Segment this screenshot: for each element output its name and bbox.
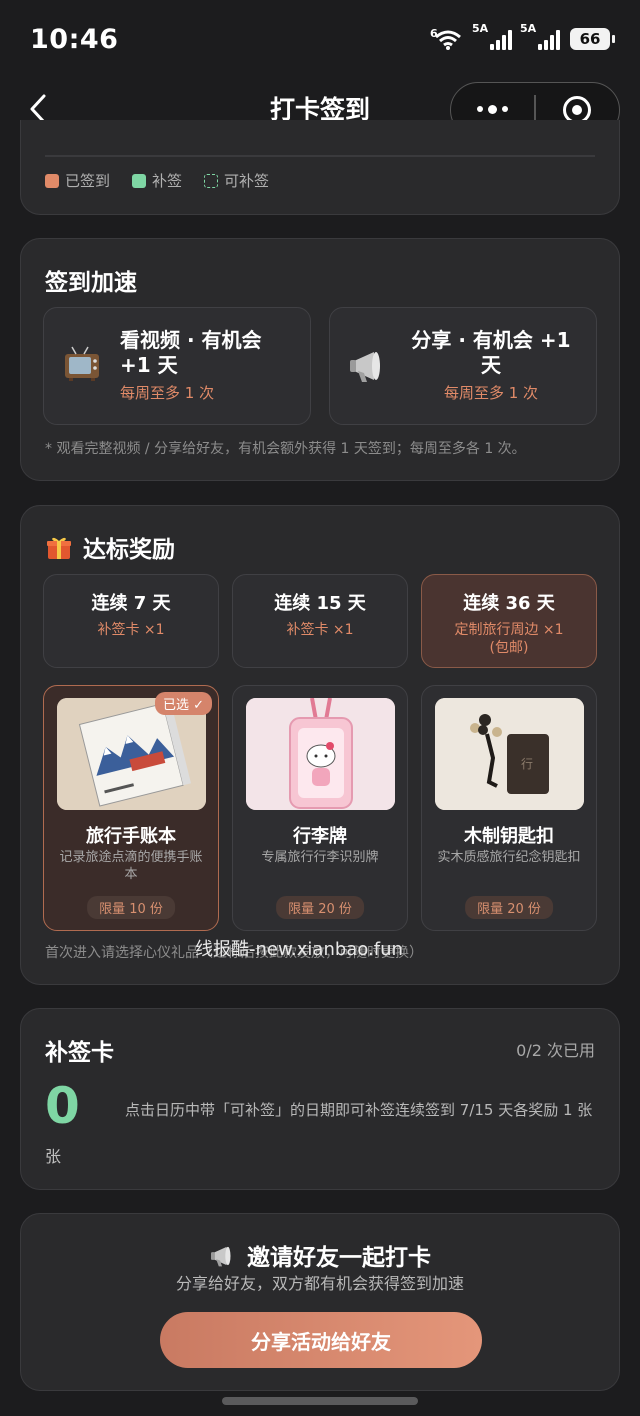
prize-limit: 限量 10 份 xyxy=(87,896,175,919)
prize-desc: 实木质感旅行纪念钥匙扣 xyxy=(437,850,581,865)
invite-title: 邀请好友一起打卡 xyxy=(247,1245,431,1271)
legend-can-makeup: 可补签 xyxy=(204,170,269,191)
status-time: 10:46 xyxy=(30,23,119,55)
prize-name: 行李牌 xyxy=(293,826,347,847)
prize-name: 木制钥匙扣 xyxy=(464,826,554,847)
prize-wooden-keychain[interactable]: 行 木制钥匙扣 实木质感旅行纪念钥匙扣 限量 20 份 xyxy=(421,685,597,931)
prize-limit: 限量 20 份 xyxy=(276,896,364,919)
prize-desc: 记录旅途点滴的便携手账本 xyxy=(59,850,203,882)
makeup-title: 补签卡 xyxy=(45,1040,114,1066)
reward-title-row: 达标奖励 xyxy=(45,530,175,564)
signal-1-icon: 5A xyxy=(472,22,512,50)
share-activity-button[interactable]: 分享活动给好友 xyxy=(160,1312,482,1368)
speed-note: * 观看完整视频 / 分享给好友，有机会额外获得 1 天签到；每周至多各 1 次… xyxy=(45,441,526,457)
keychain-image: 行 xyxy=(435,698,584,810)
megaphone-icon xyxy=(350,352,380,382)
makeup-card-count: 0 xyxy=(45,1077,80,1135)
watch-video-option[interactable]: 看视频 · 有机会 +1 天 每周至多 1 次 xyxy=(43,307,311,425)
prize-luggage-tag[interactable]: 行李牌 专属旅行行李识别牌 限量 20 份 xyxy=(232,685,408,931)
status-bar: 10:46 6 5A 5A 66 xyxy=(0,0,640,78)
speed-card: 签到加速 看视频 · 有机会 +1 天 每周至多 1 次 分享 · 有机会 +1… xyxy=(20,238,620,481)
prize-limit: 限量 20 份 xyxy=(465,896,553,919)
share-option[interactable]: 分享 · 有机会 +1 天 每周至多 1 次 xyxy=(329,307,597,425)
legend-signed: 已签到 xyxy=(45,170,110,191)
battery-icon: 66 xyxy=(570,28,615,50)
share-label: 分享 · 有机会 +1 天 xyxy=(411,328,571,377)
selected-badge: 已选 ✓ xyxy=(154,692,212,715)
status-icons: 6 5A 5A 66 xyxy=(430,22,615,51)
signal-2-icon: 5A xyxy=(520,22,560,50)
tier-7-days: 连续 7 天 补签卡 ×1 xyxy=(43,574,219,668)
watch-video-label: 看视频 · 有机会 +1 天 xyxy=(120,328,262,377)
megaphone-icon xyxy=(211,1246,231,1267)
invite-subtitle: 分享给好友，双方都有机会获得签到加速 xyxy=(175,1274,464,1293)
tv-icon xyxy=(65,346,99,381)
watch-video-limit: 每周至多 1 次 xyxy=(120,384,215,402)
wifi-icon: 6 xyxy=(430,27,461,50)
makeup-description: 点击日历中带「可补签」的日期即可补签连续签到 7/15 天各奖励 1 张 xyxy=(125,1101,593,1119)
speed-title: 签到加速 xyxy=(45,270,137,296)
reward-card: 达标奖励 连续 7 天 补签卡 ×1 连续 15 天 补签卡 ×1 连续 36 … xyxy=(20,505,620,985)
reward-title: 达标奖励 xyxy=(83,537,175,563)
prize-desc: 专属旅行行李识别牌 xyxy=(261,850,379,865)
share-limit: 每周至多 1 次 xyxy=(443,384,539,402)
luggage-tag-image xyxy=(246,698,395,810)
legend-makeup: 补签 xyxy=(132,170,182,191)
watermark-text: 线报酷-new.xianbao.fun xyxy=(195,939,403,960)
makeup-card: 补签卡 0/2 次已用 0 张 点击日历中带「可补签」的日期即可补签连续签到 7… xyxy=(20,1008,620,1190)
gift-icon xyxy=(47,537,71,559)
tier-15-days: 连续 15 天 补签卡 ×1 xyxy=(232,574,408,668)
home-indicator[interactable] xyxy=(222,1397,418,1405)
calendar-card: 已签到 补签 可补签 xyxy=(20,120,620,215)
svg-text:行: 行 xyxy=(521,757,533,771)
tier-36-days: 连续 36 天 定制旅行周边 ×1 (包邮) xyxy=(421,574,597,668)
more-dots-icon xyxy=(477,104,509,114)
makeup-used-count: 0/2 次已用 xyxy=(516,1041,595,1060)
svg-text:6: 6 xyxy=(430,27,438,40)
makeup-unit: 张 xyxy=(45,1147,62,1166)
calendar-legend: 已签到 补签 可补签 xyxy=(45,170,269,191)
invite-card: 邀请好友一起打卡 分享给好友，双方都有机会获得签到加速 分享活动给好友 xyxy=(20,1213,620,1391)
invite-title-row: 邀请好友一起打卡 xyxy=(21,1238,619,1272)
prize-notebook[interactable]: 已选 ✓ 旅行手账本 记录旅途点滴的便携手账本 限量 10 份 xyxy=(43,685,219,931)
prize-name: 旅行手账本 xyxy=(86,826,176,847)
